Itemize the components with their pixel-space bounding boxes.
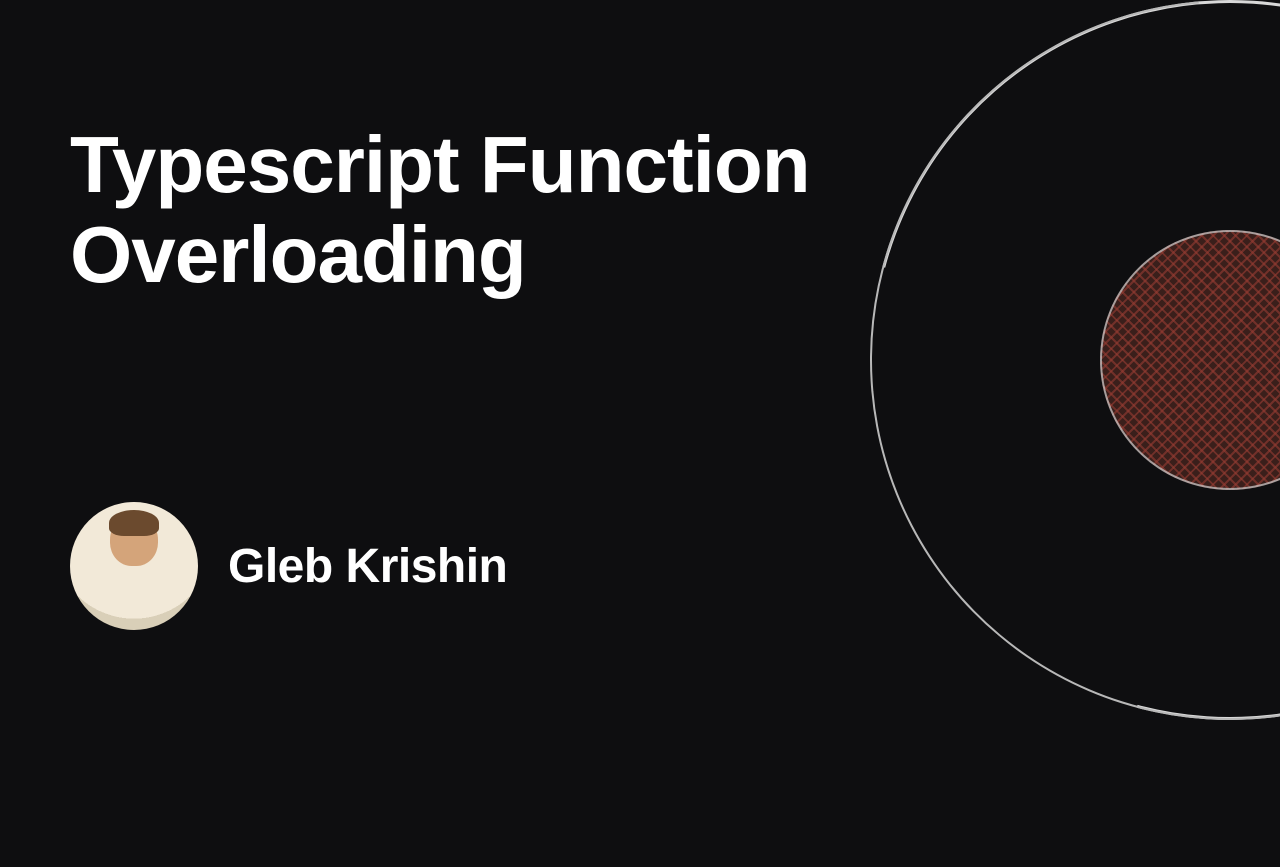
decorative-rings	[870, 0, 1280, 720]
author-name: Gleb Krishin	[228, 539, 507, 594]
author-section: Gleb Krishin	[70, 502, 507, 630]
article-title: Typescript Function Overloading	[70, 120, 970, 299]
author-avatar	[70, 502, 198, 630]
